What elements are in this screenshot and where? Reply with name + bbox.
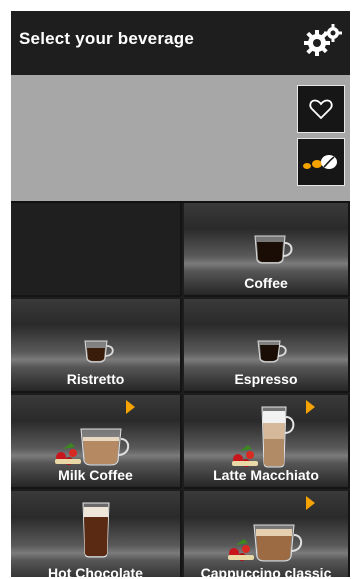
beverage-label: Milk Coffee (58, 467, 133, 483)
cappuccino-cup-icon (228, 524, 303, 562)
heart-icon (309, 99, 333, 120)
latte-glass-icon (232, 406, 295, 468)
favorites-button[interactable] (297, 85, 345, 133)
page-title: Select your beverage (19, 29, 195, 48)
beverage-tile-espresso[interactable]: Espresso (184, 299, 350, 393)
beverage-label: Coffee (244, 275, 288, 291)
options-arrow-icon (126, 400, 135, 414)
gears-icon[interactable] (304, 24, 342, 56)
options-arrow-icon (306, 496, 315, 510)
beverage-label: Hot Chocolate (48, 565, 143, 577)
coffee-cup-icon (254, 235, 293, 264)
beverage-screen: Select your beverage Coffee Ristretto Es… (11, 11, 350, 577)
beverage-tile-latte-macchiato[interactable]: Latte Macchiato (184, 395, 350, 489)
milk-coffee-cup-icon (55, 428, 130, 466)
preview-area (11, 75, 350, 203)
beverage-tile-coffee[interactable]: Coffee (184, 203, 350, 297)
beverage-tile-hot-chocolate[interactable]: Hot Chocolate (11, 491, 182, 577)
coffee-beans-icon (303, 155, 337, 169)
ristretto-cup-icon (84, 340, 114, 363)
beverage-label: Cappuccino classic (200, 565, 332, 577)
beverage-label: Ristretto (66, 371, 125, 387)
beverage-label: Espresso (234, 371, 298, 387)
coffee-strength-button[interactable] (297, 138, 345, 186)
beverage-label: Latte Macchiato (213, 467, 319, 483)
empty-tile (11, 203, 182, 297)
beverage-tile-milk-coffee[interactable]: Milk Coffee (11, 395, 182, 489)
beverage-tile-ristretto[interactable]: Ristretto (11, 299, 182, 393)
header-bar: Select your beverage (11, 11, 350, 75)
beverage-tile-cappuccino-classic[interactable]: Cappuccino classic (184, 491, 350, 577)
espresso-cup-icon (257, 340, 287, 363)
hot-chocolate-glass-icon (82, 502, 110, 558)
